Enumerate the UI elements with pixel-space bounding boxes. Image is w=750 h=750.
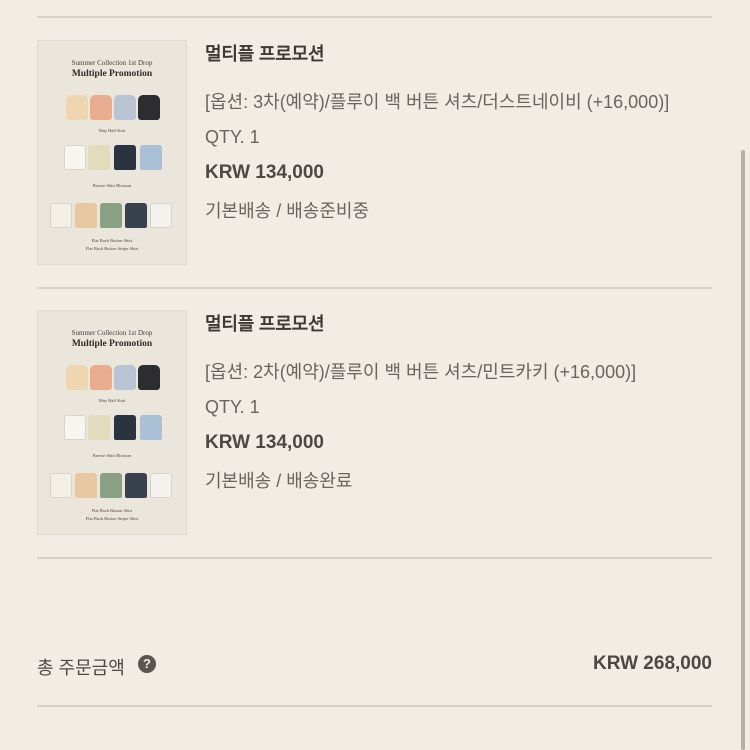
quantity: QTY. 1 [205, 127, 260, 147]
thumbnail-row-label: May Half Knit [98, 398, 126, 403]
garment-icon [50, 473, 72, 498]
garment-icon [114, 145, 136, 170]
product-option: [옵션: 2차(예약)/플루이 백 버튼 셔츠/민트카키 (+16,000)] [205, 362, 637, 382]
garment-icon [88, 415, 110, 440]
garment-icon [90, 95, 112, 120]
thumbnail-subtitle: Summer Collection 1st Drop [71, 329, 153, 337]
thumbnail-row-label: Flat Back Button Stripe Shirt [85, 516, 139, 521]
product-thumbnail[interactable]: Summer Collection 1st Drop Multiple Prom… [37, 40, 187, 265]
garment-icon [150, 203, 172, 228]
garment-icon [140, 145, 162, 170]
item-price: KRW 134,000 [205, 432, 324, 453]
product-name[interactable]: 멀티플 프로모션 [205, 40, 710, 66]
garment-icon [64, 145, 86, 170]
garment-icon [138, 95, 160, 120]
order-item-info: 멀티플 프로모션 [옵션: 2차(예약)/플루이 백 버튼 셔츠/민트카키 (+… [205, 310, 710, 493]
thumbnail-row-label: Breeze Shirt Blouson [92, 453, 132, 458]
thumbnail-subtitle: Summer Collection 1st Drop [71, 59, 153, 67]
garment-icon [64, 415, 86, 440]
garment-icon [125, 203, 147, 228]
thumbnail-row-label: Breeze Shirt Blouson [92, 183, 132, 188]
garment-icon [150, 473, 172, 498]
garment-icon [114, 415, 136, 440]
garment-icon [114, 95, 136, 120]
order-total-row: 총 주문금액 ? KRW 268,000 [37, 652, 712, 680]
total-label: 총 주문금액 [37, 658, 125, 678]
order-item[interactable]: Summer Collection 1st Drop Multiple Prom… [37, 310, 712, 540]
total-amount: KRW 268,000 [593, 653, 712, 674]
garment-icon [138, 365, 160, 390]
product-thumbnail[interactable]: Summer Collection 1st Drop Multiple Prom… [37, 310, 187, 535]
garment-icon [75, 203, 97, 228]
scrollbar[interactable] [741, 150, 745, 750]
thumbnail-title: Multiple Promotion [71, 69, 153, 79]
shipping-status: 기본배송 / 배송완료 [205, 471, 353, 491]
thumbnail-row-label: May Half Knit [98, 128, 126, 133]
order-item-info: 멀티플 프로모션 [옵션: 3차(예약)/플루이 백 버튼 셔츠/더스트네이비 … [205, 40, 710, 223]
product-name[interactable]: 멀티플 프로모션 [205, 310, 710, 336]
order-item[interactable]: Summer Collection 1st Drop Multiple Prom… [37, 40, 712, 270]
top-divider [37, 16, 712, 18]
bottom-divider [37, 705, 712, 707]
garment-icon [66, 365, 88, 390]
garment-icon [125, 473, 147, 498]
garment-icon [75, 473, 97, 498]
shipping-status: 기본배송 / 배송준비중 [205, 201, 370, 221]
garment-icon [66, 95, 88, 120]
garment-icon [114, 365, 136, 390]
thumbnail-title: Multiple Promotion [71, 339, 153, 349]
item-divider [37, 557, 712, 559]
garment-icon [100, 473, 122, 498]
thumbnail-row-label: Flat Back Button Stripe Shirt [85, 246, 139, 251]
garment-icon [88, 145, 110, 170]
product-option: [옵션: 3차(예약)/플루이 백 버튼 셔츠/더스트네이비 (+16,000)… [205, 92, 670, 112]
item-price: KRW 134,000 [205, 162, 324, 183]
garment-icon [90, 365, 112, 390]
question-circle-icon[interactable]: ? [138, 655, 156, 673]
item-divider [37, 287, 712, 289]
thumbnail-row-label: Flat Back Button Shirt [91, 238, 133, 243]
thumbnail-row-label: Flat Back Button Shirt [91, 508, 133, 513]
quantity: QTY. 1 [205, 397, 260, 417]
garment-icon [50, 203, 72, 228]
garment-icon [100, 203, 122, 228]
garment-icon [140, 415, 162, 440]
